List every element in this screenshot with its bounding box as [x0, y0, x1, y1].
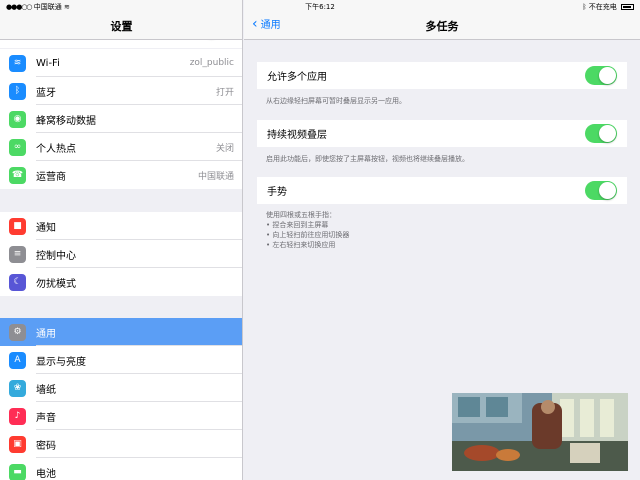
page-title: 多任务: [425, 20, 459, 33]
cellular-icon: ◉: [9, 110, 26, 128]
pip-video[interactable]: [452, 393, 628, 471]
hotspot-icon: ∞: [9, 138, 26, 156]
allow-multiple-apps-toggle[interactable]: [585, 66, 617, 85]
battery-icon: [621, 4, 634, 10]
sidebar-item-label: 个人热点: [36, 143, 76, 155]
sidebar-item-label: 通用: [36, 328, 56, 340]
sidebar-item[interactable]: ❀ 墙纸: [0, 374, 242, 402]
sidebar-item-value: zol_public: [189, 58, 234, 68]
sidebar-item[interactable]: ≡ 控制中心: [0, 240, 242, 268]
gestures-cell: 手势: [257, 177, 627, 204]
settings-sidebar: 设置 ≋ Wi-Fi zol_public ᛒ 蓝牙 打开 ◉ 蜂窝移动数据 ∞ 个人热点 关闭 ☎ 运…: [0, 0, 243, 480]
wifi-icon: ≋: [9, 54, 26, 72]
sidebar-item-label: 控制中心: [36, 250, 76, 262]
sidebar-item-label: 勿扰模式: [36, 278, 76, 290]
sidebar-item-label: 蜂窝移动数据: [36, 115, 96, 127]
sidebar-item[interactable]: ∞ 个人热点 关闭: [0, 133, 242, 161]
display-icon: A: [9, 351, 26, 369]
video-overlay-footer: 启用此功能后，即使您按了主屏幕按钮，视频也将继续叠层播放。: [266, 155, 469, 163]
sidebar-item-value: 打开: [215, 87, 234, 98]
lock-icon: ▣: [9, 435, 26, 453]
gestures-footer: 使用四根或五根手指： • 捏合来回到主屏幕 • 向上轻扫前往应用切换器 • 左右…: [266, 211, 350, 249]
sidebar-item-value: 关闭: [215, 143, 234, 154]
bluetooth-status-icon: ᛒ: [582, 3, 587, 11]
sidebar-item[interactable]: ▣ 密码: [0, 430, 242, 458]
sidebar-item-label: Wi-Fi: [36, 57, 60, 69]
video-overlay-cell: 持续视频叠层: [257, 120, 627, 147]
sidebar-item[interactable]: ⚙ 通用: [0, 318, 242, 346]
sidebar-item[interactable]: ▬ 电池: [0, 458, 242, 480]
sidebar-item-value: 中国联通: [197, 171, 234, 182]
allow-multiple-apps-cell: 允许多个应用: [257, 62, 627, 89]
wallpaper-icon: ❀: [9, 379, 26, 397]
sidebar-item[interactable]: ᛒ 蓝牙 打开: [0, 77, 242, 105]
sidebar-item[interactable]: ■ 通知: [0, 212, 242, 240]
clock: 下午6:12: [305, 3, 335, 11]
battery-icon: ▬: [9, 463, 26, 480]
battery-status: ᛒ 不在充电: [582, 2, 634, 12]
moon-icon: ☾: [9, 273, 26, 291]
sidebar-item-label: 墙纸: [36, 384, 56, 396]
sound-icon: ♪: [9, 407, 26, 425]
control-center-icon: ≡: [9, 245, 26, 263]
sidebar-item-label: 声音: [36, 412, 56, 424]
sidebar-item-label: 蓝牙: [36, 87, 56, 99]
sidebar-item[interactable]: ☾ 勿扰模式: [0, 268, 242, 296]
status-bar: ●●●○○ 中国联通 ≋ 下午6:12 ᛒ 不在充电: [0, 0, 640, 12]
phone-icon: ☎: [9, 166, 26, 184]
gestures-toggle[interactable]: [585, 181, 617, 200]
sidebar-title: 设置: [110, 20, 133, 33]
sidebar-item-label: 显示与亮度: [36, 356, 86, 368]
sidebar-item-label: 通知: [36, 222, 56, 234]
gear-icon: ⚙: [9, 323, 26, 341]
bluetooth-icon: ᛒ: [9, 82, 26, 100]
sidebar-item[interactable]: ☎ 运营商 中国联通: [0, 161, 242, 189]
sidebar-item-label: 电池: [36, 468, 56, 480]
video-overlay-toggle[interactable]: [585, 124, 617, 143]
sidebar-item[interactable]: ♪ 声音: [0, 402, 242, 430]
sidebar-item[interactable]: ◉ 蜂窝移动数据: [0, 105, 242, 133]
notification-group: ■ 通知 ≡ 控制中心 ☾ 勿扰模式: [0, 212, 242, 296]
sidebar-item[interactable]: ≋ Wi-Fi zol_public: [0, 49, 242, 77]
allow-multiple-apps-footer: 从右边缘轻扫屏幕可暂时叠层显示另一应用。: [266, 97, 406, 105]
sidebar-item[interactable]: A 显示与亮度: [0, 346, 242, 374]
sidebar-item-label: 密码: [36, 440, 56, 452]
general-group: ⚙ 通用 A 显示与亮度 ❀ 墙纸 ♪ 声音 ▣ 密码 ▬ 电池: [0, 318, 242, 480]
connectivity-group: ≋ Wi-Fi zol_public ᛒ 蓝牙 打开 ◉ 蜂窝移动数据 ∞ 个人热点 关闭 ☎ 运营商 中…: [0, 49, 242, 189]
video-frame-image: [452, 393, 628, 471]
sidebar-item-label: 运营商: [36, 171, 66, 183]
notifications-icon: ■: [9, 217, 26, 235]
